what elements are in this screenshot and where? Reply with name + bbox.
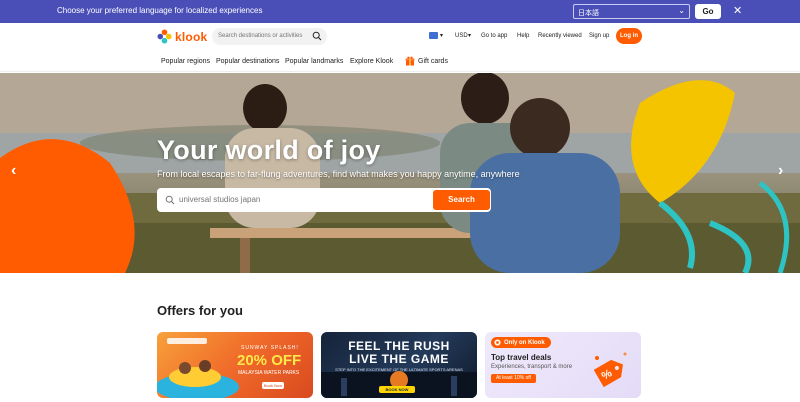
offer-subline: MALAYSIA WATER PARKS bbox=[238, 370, 300, 376]
close-icon[interactable]: ✕ bbox=[733, 4, 742, 18]
hero-search-button[interactable]: Search bbox=[433, 190, 490, 210]
discount-pill: At least 10% off bbox=[491, 374, 536, 383]
nav-explore-klook[interactable]: Explore Klook bbox=[350, 58, 393, 65]
nav-popular-regions[interactable]: Popular regions bbox=[161, 58, 210, 65]
sign-up-link[interactable]: Sign up bbox=[589, 33, 609, 39]
nav-popular-destinations[interactable]: Popular destinations bbox=[216, 58, 279, 65]
recently-viewed-link[interactable]: Recently viewed bbox=[538, 33, 582, 39]
offer-headline: 20% OFF bbox=[237, 352, 302, 369]
sub-navigation: Popular regions Popular destinations Pop… bbox=[0, 50, 800, 72]
hero-banner: Your world of joy From local escapes to … bbox=[0, 73, 800, 273]
book-now-button[interactable]: BOOK NOW bbox=[379, 386, 415, 393]
nav-popular-landmarks[interactable]: Popular landmarks bbox=[285, 58, 343, 65]
offers-title: Offers for you bbox=[157, 303, 243, 318]
language-flag-icon[interactable] bbox=[429, 32, 438, 39]
hero-title: Your world of joy bbox=[157, 135, 381, 165]
gift-icon bbox=[405, 56, 415, 66]
offer-card-sunway[interactable]: SUNWAY SPLASH! 20% OFF MALAYSIA WATER PA… bbox=[157, 332, 313, 398]
chevron-down-icon[interactable]: ▾ bbox=[468, 32, 471, 39]
login-button[interactable]: Log in bbox=[616, 28, 642, 44]
search-icon[interactable] bbox=[312, 31, 322, 41]
chevron-down-icon[interactable]: ▾ bbox=[440, 32, 443, 39]
klook-logo[interactable]: klook bbox=[157, 29, 207, 44]
klook-badge-icon bbox=[494, 339, 501, 346]
header-search[interactable]: Search destinations or activities bbox=[212, 28, 327, 45]
hero-subtitle: From local escapes to far-flung adventur… bbox=[157, 169, 520, 179]
go-button[interactable]: Go bbox=[695, 4, 721, 19]
chevron-down-icon: ⌄ bbox=[678, 6, 685, 15]
chevron-right-icon[interactable]: › bbox=[778, 163, 783, 179]
book-now-button[interactable]: Book Now bbox=[262, 382, 284, 389]
offer-headline-line2: LIVE THE GAME bbox=[349, 352, 449, 366]
language-select[interactable]: 日本語 ⌄ bbox=[573, 4, 690, 19]
offer-card-sports[interactable]: FEEL THE RUSH LIVE THE GAME STEP INTO TH… bbox=[321, 332, 477, 398]
offer-eyebrow: SUNWAY SPLASH! bbox=[241, 345, 299, 351]
offer-subline: STEP INTO THE EXCITEMENT OF THE ULTIMATE… bbox=[335, 367, 463, 372]
chevron-left-icon[interactable]: ‹ bbox=[11, 163, 16, 179]
language-select-value: 日本語 bbox=[578, 10, 599, 17]
language-banner-message: Choose your preferred language for local… bbox=[57, 6, 263, 15]
search-icon bbox=[165, 195, 175, 205]
logo-text: klook bbox=[175, 29, 208, 44]
offer-card-top-deals[interactable]: Only on Klook Top travel deals Experienc… bbox=[485, 332, 641, 398]
nav-gift-cards[interactable]: Gift cards bbox=[418, 58, 448, 65]
offer-headline-line1: FEEL THE RUSH bbox=[348, 339, 450, 353]
language-banner: Choose your preferred language for local… bbox=[0, 0, 800, 23]
help-link[interactable]: Help bbox=[517, 33, 529, 39]
badge-text: Only on Klook bbox=[504, 339, 545, 346]
offer-title: Top travel deals bbox=[491, 353, 552, 362]
currency-selector[interactable]: USD bbox=[455, 33, 468, 39]
discount-tag-icon: % bbox=[593, 352, 627, 388]
hero-search-input[interactable]: universal studios japan bbox=[179, 195, 260, 204]
go-to-app-link[interactable]: Go to app bbox=[481, 33, 507, 39]
search-input[interactable]: Search destinations or activities bbox=[218, 33, 302, 39]
top-header: klook Search destinations or activities … bbox=[0, 23, 800, 50]
only-on-klook-badge: Only on Klook bbox=[491, 337, 551, 348]
offer-subtitle: Experiences, transport & more bbox=[491, 364, 573, 370]
klook-logo-icon bbox=[157, 29, 172, 44]
